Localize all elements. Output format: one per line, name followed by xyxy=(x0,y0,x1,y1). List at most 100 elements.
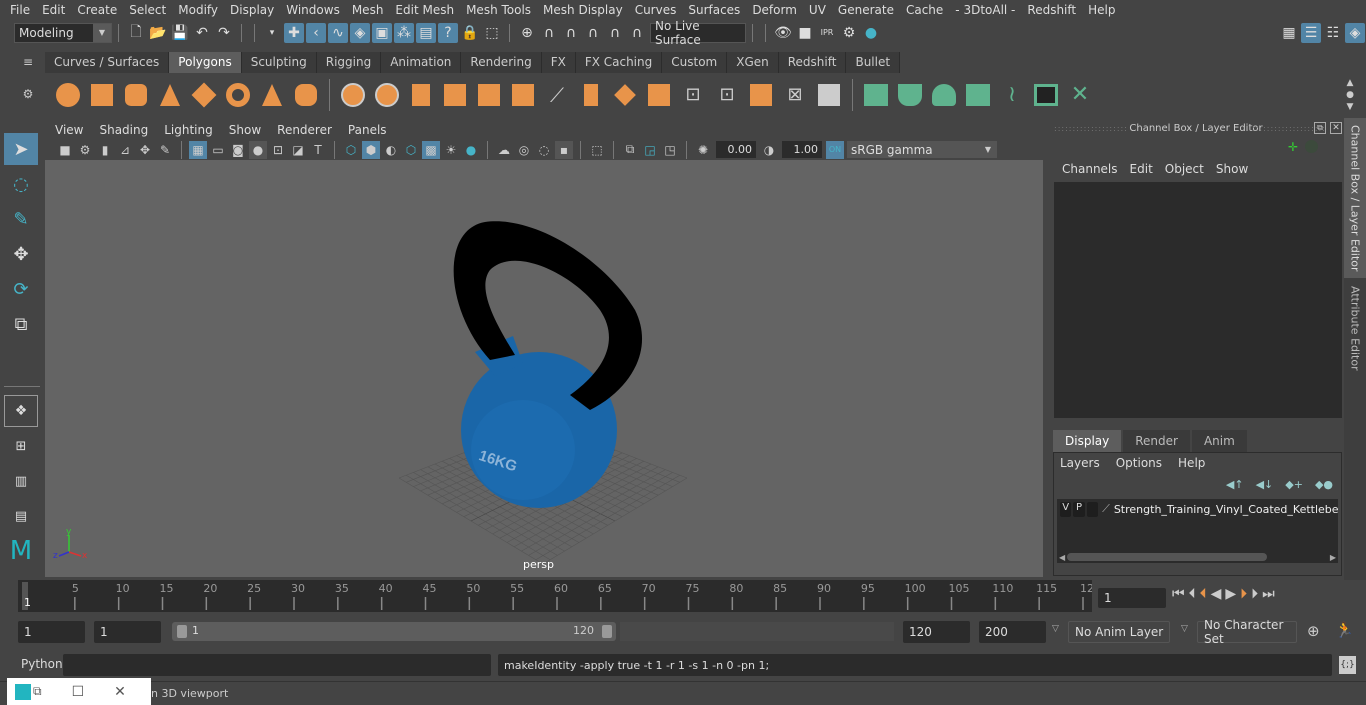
layer-menu-options[interactable]: Options xyxy=(1116,456,1170,470)
grease-pencil-icon[interactable]: ✎ xyxy=(156,141,174,159)
layer-menu-help[interactable]: Help xyxy=(1178,456,1213,470)
key-icon[interactable] xyxy=(1305,140,1318,153)
go-to-end-icon[interactable]: ⏭ xyxy=(1262,586,1275,602)
render-settings-icon[interactable]: ⚙ xyxy=(839,23,859,43)
wireframe-icon[interactable]: ⬡ xyxy=(342,141,360,159)
animation-preferences-icon[interactable]: 🏃 xyxy=(1335,621,1354,639)
viewport-menu-show[interactable]: Show xyxy=(221,123,269,137)
poly-cube-icon[interactable] xyxy=(87,80,117,110)
merge-icon[interactable]: ⊡ xyxy=(678,80,708,110)
move-layer-down-icon[interactable]: ◀↓ xyxy=(1256,478,1274,491)
channel-box-menu-show[interactable]: Show xyxy=(1210,162,1254,176)
restore-icon[interactable]: ⧉ xyxy=(33,684,42,699)
maximize-icon[interactable]: ☐ xyxy=(72,684,85,700)
poly-cylinder-icon[interactable] xyxy=(121,80,151,110)
menu-generate[interactable]: Generate xyxy=(832,3,900,17)
depth-of-field-icon[interactable]: ▪ xyxy=(555,140,573,159)
magnet-icon[interactable]: ∩ xyxy=(627,23,647,43)
step-back-icon[interactable]: ⏴ xyxy=(1189,586,1196,602)
step-back-key-icon[interactable]: ⏴ xyxy=(1200,586,1207,602)
select-tool-icon[interactable]: ➤ xyxy=(4,133,38,165)
multi-cut-icon[interactable]: ⟋ xyxy=(542,80,572,110)
layer-color-swatch[interactable]: ⟋ xyxy=(1102,502,1110,516)
color-management-toggle-icon[interactable]: ON xyxy=(826,140,844,159)
new-layer-icon[interactable]: ◆+ xyxy=(1285,478,1303,491)
select-components-icon[interactable]: ‹ xyxy=(306,22,326,43)
layer-display-type-toggle[interactable] xyxy=(1086,501,1099,517)
playback-start-field[interactable]: 1 xyxy=(94,621,161,643)
layer-row[interactable]: V P ⟋ Strength_Training_Vinyl_Coated_Ket… xyxy=(1057,499,1338,519)
menu-help[interactable]: Help xyxy=(1082,3,1121,17)
exposure-field[interactable]: 0.00 xyxy=(716,141,756,158)
channel-list[interactable] xyxy=(1054,182,1342,418)
uv-automatic-icon[interactable] xyxy=(963,80,993,110)
snap-grid-icon[interactable]: ⊕ xyxy=(517,23,537,43)
select-surfaces-icon[interactable]: ◈ xyxy=(350,22,370,43)
combine-icon[interactable] xyxy=(338,80,368,110)
shelf-menu-icon[interactable]: ≡ xyxy=(18,55,38,69)
shelf-tab-sculpting[interactable]: Sculpting xyxy=(241,52,317,73)
save-scene-icon[interactable]: 💾 xyxy=(170,23,190,43)
channel-box-menu-channels[interactable]: Channels xyxy=(1056,162,1124,176)
command-input[interactable] xyxy=(63,654,491,676)
layer-playback-toggle[interactable]: P xyxy=(1073,501,1085,517)
viewport-menu-shading[interactable]: Shading xyxy=(91,123,156,137)
xray-active-icon[interactable]: ◲ xyxy=(641,141,659,159)
uv-spherical-icon[interactable] xyxy=(929,80,959,110)
range-slider[interactable]: 1 120 xyxy=(172,622,616,641)
menu-mesh-tools[interactable]: Mesh Tools xyxy=(460,3,537,17)
color-space-dropdown[interactable]: sRGB gamma ▼ xyxy=(847,141,997,158)
film-gate-icon[interactable]: ▭ xyxy=(209,141,227,159)
scale-tool-icon[interactable]: ⧉ xyxy=(4,308,38,340)
menu-deform[interactable]: Deform xyxy=(746,3,803,17)
anim-layer-chevron-icon[interactable]: ▽ xyxy=(1052,624,1059,634)
menu-3dtoall[interactable]: - 3DtoAll - xyxy=(949,3,1021,17)
select-objects-icon[interactable]: ✚ xyxy=(284,22,304,43)
shelf-tab-fx-caching[interactable]: FX Caching xyxy=(575,52,663,73)
default-lighting-icon[interactable]: ◐ xyxy=(382,141,400,159)
safe-action-icon[interactable]: ◪ xyxy=(289,141,307,159)
motion-blur-icon[interactable]: ◎ xyxy=(515,141,533,159)
isolate-select-icon[interactable]: ⬚ xyxy=(588,141,606,159)
snap-view-plane-icon[interactable]: ∩ xyxy=(583,23,603,43)
poly-torus-icon[interactable] xyxy=(223,80,253,110)
layer-horizontal-scrollbar[interactable]: ◀ ▶ xyxy=(1057,551,1338,563)
separate-icon[interactable] xyxy=(372,80,402,110)
poly-cone-icon[interactable] xyxy=(155,80,185,110)
attribute-editor-toggle-icon[interactable]: ☰ xyxy=(1301,22,1321,43)
time-slider[interactable]: 5 10 15 20 25 30 35 40 45 50 55 60 65 70 75 80 85 90 95 100… xyxy=(18,580,1094,612)
planar-mapping-icon[interactable] xyxy=(746,80,776,110)
shelf-tab-custom[interactable]: Custom xyxy=(662,52,728,73)
uv-editor-icon[interactable] xyxy=(814,80,844,110)
menu-mesh[interactable]: Mesh xyxy=(346,3,390,17)
viewport-menu-panels[interactable]: Panels xyxy=(340,123,395,137)
outliner-persp-layout-icon[interactable]: ▥ xyxy=(4,465,38,497)
highlight-selection-icon[interactable]: ⬚ xyxy=(482,23,502,43)
layer-visibility-toggle[interactable]: V xyxy=(1060,501,1072,517)
new-scene-icon[interactable]: 🗋 xyxy=(126,23,146,43)
viewport-menu-renderer[interactable]: Renderer xyxy=(269,123,340,137)
render-view-icon[interactable]: 👁 xyxy=(773,23,793,43)
viewport-menu-lighting[interactable]: Lighting xyxy=(156,123,221,137)
safe-title-icon[interactable]: T xyxy=(309,141,327,159)
gamma-field[interactable]: 1.00 xyxy=(782,141,822,158)
shelf-tab-polygons[interactable]: Polygons xyxy=(169,52,242,73)
uv-cylindrical-icon[interactable] xyxy=(895,80,925,110)
auto-key-icon[interactable]: ⊕ xyxy=(1307,622,1320,640)
step-forward-icon[interactable]: ⏵ xyxy=(1251,586,1258,602)
range-start-handle[interactable] xyxy=(177,625,187,638)
menu-modify[interactable]: Modify xyxy=(172,3,224,17)
channel-box-menu-edit[interactable]: Edit xyxy=(1124,162,1159,176)
select-curves-icon[interactable]: ∿ xyxy=(328,22,348,43)
close-icon[interactable]: ✕ xyxy=(114,684,126,700)
xray-icon[interactable]: ⧉ xyxy=(621,141,639,159)
menu-cache[interactable]: Cache xyxy=(900,3,949,17)
redo-icon[interactable]: ↷ xyxy=(214,23,234,43)
select-deformers-icon[interactable]: ▣ xyxy=(372,22,392,43)
move-layer-up-icon[interactable]: ◀↑ xyxy=(1226,478,1244,491)
viewport-menu-view[interactable]: View xyxy=(47,123,91,137)
select-rendering-icon[interactable]: ▤ xyxy=(416,22,436,43)
shelf-tab-rendering[interactable]: Rendering xyxy=(461,52,542,73)
play-forward-icon[interactable]: ▶ xyxy=(1225,586,1236,602)
poly-pyramid-icon[interactable] xyxy=(257,80,287,110)
